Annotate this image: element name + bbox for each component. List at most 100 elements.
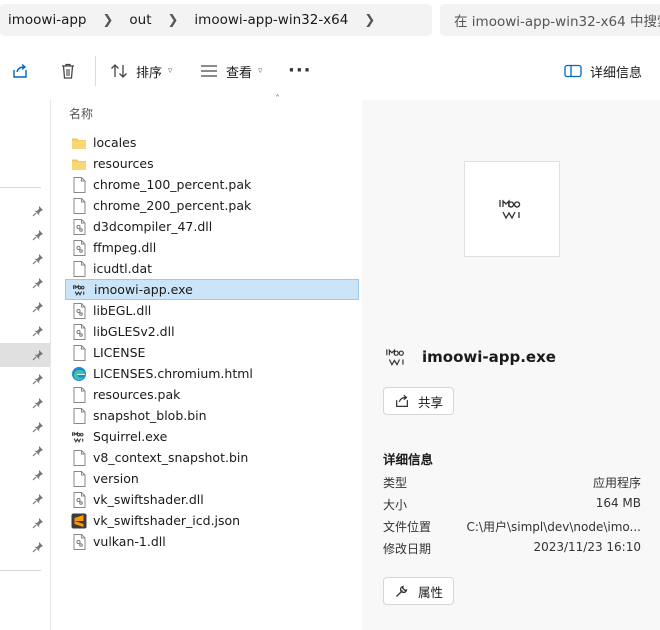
file-name: libGLESv2.dll [93,324,175,339]
sort-label: 排序 [136,65,163,81]
file-row[interactable]: resources.pak [65,384,359,405]
pin-icon[interactable] [32,253,44,265]
file-list[interactable]: ˄ 名称 locales resources chrome_100_percent.… [51,94,361,630]
share-icon [396,394,408,407]
share-icon[interactable] [9,60,31,82]
search-input[interactable]: 在 imoowi-app-win32-x64 中搜索 [440,4,660,36]
file-icon [71,260,87,277]
navigation-pane[interactable] [0,100,51,630]
file-name: version [93,471,139,486]
file-icon [71,470,87,487]
pin-icon[interactable] [32,277,44,289]
detail-property-row: 修改日期 2023/11/23 16:10 [383,540,641,560]
pin-icon[interactable] [32,397,44,409]
file-row[interactable]: LICENSES.chromium.html [65,363,359,384]
file-row[interactable]: snapshot_blob.bin [65,405,359,426]
file-name: vk_swiftshader_icd.json [93,513,241,528]
share-button[interactable]: 共享 [383,387,455,415]
pin-icon[interactable] [32,301,44,313]
nav-divider [0,570,41,571]
sublime-icon [71,513,87,529]
view-label: 查看 [226,65,253,81]
view-button[interactable]: 查看 ▿ [200,60,263,82]
file-row[interactable]: chrome_100_percent.pak [65,174,359,195]
file-row[interactable]: libEGL.dll [65,300,359,321]
file-row[interactable]: version [65,468,359,489]
details-pane-icon [564,64,582,78]
file-icon [71,197,87,214]
breadcrumb-item[interactable]: imoowi-app [8,12,87,28]
folder-icon [71,156,87,172]
details-pane-button[interactable]: 详细信息 [564,60,642,82]
properties-label: 属性 [418,584,444,600]
file-row[interactable]: icudtl.dat [65,258,359,279]
dll-icon [71,491,87,508]
file-row[interactable]: locales [65,132,359,153]
file-name: chrome_100_percent.pak [93,177,252,192]
file-name: icudtl.dat [93,261,153,276]
file-row[interactable]: ffmpeg.dll [65,237,359,258]
nav-divider [0,187,41,188]
file-name: d3dcompiler_47.dll [93,219,213,234]
share-label: 共享 [418,394,444,410]
file-row[interactable]: v8_context_snapshot.bin [65,447,359,468]
dll-icon [71,218,87,235]
pin-icon[interactable] [32,325,44,337]
file-row[interactable]: LICENSE [65,342,359,363]
file-row[interactable]: d3dcompiler_47.dll [65,216,359,237]
edge-icon [71,366,87,382]
address-bar[interactable]: imoowi-app ❯ out ❯ imoowi-app-win32-x64 … [0,4,432,36]
sort-button[interactable]: 排序 ▿ [110,60,173,82]
pin-icon[interactable] [32,541,44,553]
pin-icon[interactable] [32,229,44,241]
chevron-right-icon[interactable]: ❯ [364,13,375,28]
more-options-icon[interactable]: ··· [288,60,312,81]
pin-icon[interactable] [32,349,44,361]
file-row[interactable]: vulkan-1.dll [65,531,359,552]
file-name: locales [93,135,137,150]
file-row[interactable]: imoowi-app.exe [65,279,359,300]
breadcrumb-item[interactable]: out [129,12,151,28]
pin-icon[interactable] [32,445,44,457]
details-label: 详细信息 [590,65,643,81]
app-logo-icon [386,348,404,366]
pin-icon[interactable] [32,373,44,385]
folder-icon [71,135,87,151]
view-icon [201,65,217,77]
pin-icon[interactable] [32,493,44,505]
file-name: v8_context_snapshot.bin [93,450,249,465]
chevron-right-icon[interactable]: ❯ [103,13,114,28]
pin-icon[interactable] [32,469,44,481]
delete-icon[interactable] [57,60,79,82]
file-row[interactable]: Squirrel.exe [65,426,359,447]
wrench-icon [396,585,408,597]
sort-ascending-icon[interactable]: ˄ [275,94,280,105]
dll-icon [71,239,87,256]
properties-button[interactable]: 属性 [383,577,455,605]
property-value: C:\用户\simpl\dev\node\imo... [466,520,641,534]
app-logo-icon [71,429,87,445]
details-pane: imoowi-app.exe 共享 详细信息 类型 应用程序 大小 164 MB 文件位… [362,100,660,630]
breadcrumb-item[interactable]: imoowi-app-win32-x64 [194,12,348,28]
property-value: 2023/11/23 16:10 [533,540,641,554]
toolbar-divider [95,56,96,86]
pin-icon[interactable] [32,205,44,217]
column-header-name[interactable]: 名称 [69,105,93,122]
file-icon [71,386,87,403]
pin-icon[interactable] [32,517,44,529]
file-row[interactable]: chrome_200_percent.pak [65,195,359,216]
pin-icon[interactable] [32,421,44,433]
file-icon [71,344,87,361]
file-name: resources.pak [93,387,181,402]
file-row[interactable]: vk_swiftshader.dll [65,489,359,510]
file-row[interactable]: libGLESv2.dll [65,321,359,342]
detail-property-row: 类型 应用程序 [383,474,641,494]
property-label: 文件位置 [383,520,432,534]
file-name: imoowi-app.exe [94,282,193,297]
chevron-right-icon[interactable]: ❯ [168,13,179,28]
file-name: resources [93,156,154,171]
file-row[interactable]: vk_swiftshader_icd.json [65,510,359,531]
file-name: libEGL.dll [93,303,152,318]
property-label: 类型 [383,476,408,490]
file-row[interactable]: resources [65,153,359,174]
